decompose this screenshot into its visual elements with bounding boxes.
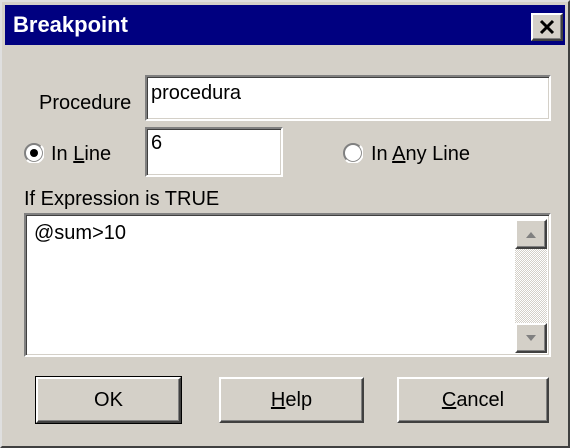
scroll-down-button[interactable] (515, 323, 547, 353)
in-line-label-suffix: ine (84, 143, 112, 165)
procedure-value: procedura (151, 82, 242, 104)
help-button-label: elp (285, 389, 313, 411)
in-line-label[interactable]: In Line (51, 142, 111, 166)
dialog-title: Breakpoint (13, 12, 128, 37)
help-button-mnemonic: H (270, 389, 286, 411)
close-icon (539, 19, 555, 35)
in-line-radio[interactable] (24, 143, 44, 163)
procedure-label: Procedure (39, 92, 132, 114)
line-number-input[interactable]: 6 (145, 127, 283, 177)
in-any-line-label-suffix: ny Line (405, 143, 470, 165)
cancel-button-label: ancel (456, 389, 505, 411)
arrow-down-icon (526, 335, 536, 341)
help-button[interactable]: Help (219, 377, 364, 423)
expression-label: If Expression is TRUE (24, 188, 220, 210)
in-any-line-radio[interactable] (343, 143, 363, 163)
scroll-up-button[interactable] (515, 219, 547, 249)
in-line-label-prefix: In (51, 143, 74, 165)
in-any-line-label[interactable]: In Any Line (371, 142, 470, 166)
procedure-input[interactable]: procedura (145, 75, 551, 121)
in-any-line-label-mnemonic: A (392, 143, 406, 165)
expression-value: @sum>10 (34, 222, 127, 244)
in-any-line-label-prefix: In (371, 143, 393, 165)
expression-textarea[interactable]: @sum>10 (24, 213, 551, 357)
expression-scrollbar[interactable] (515, 219, 547, 353)
in-line-label-mnemonic: L (73, 143, 85, 165)
arrow-up-icon (526, 232, 536, 238)
title-bar[interactable]: Breakpoint (5, 5, 565, 45)
line-number-value: 6 (151, 132, 163, 154)
ok-button[interactable]: OK (35, 376, 182, 424)
cancel-button[interactable]: Cancel (397, 377, 549, 423)
cancel-button-mnemonic: C (441, 389, 457, 411)
close-button[interactable] (531, 13, 563, 41)
breakpoint-dialog: Breakpoint Procedure procedura In Line 6… (0, 0, 570, 448)
ok-button-label: OK (94, 389, 123, 411)
